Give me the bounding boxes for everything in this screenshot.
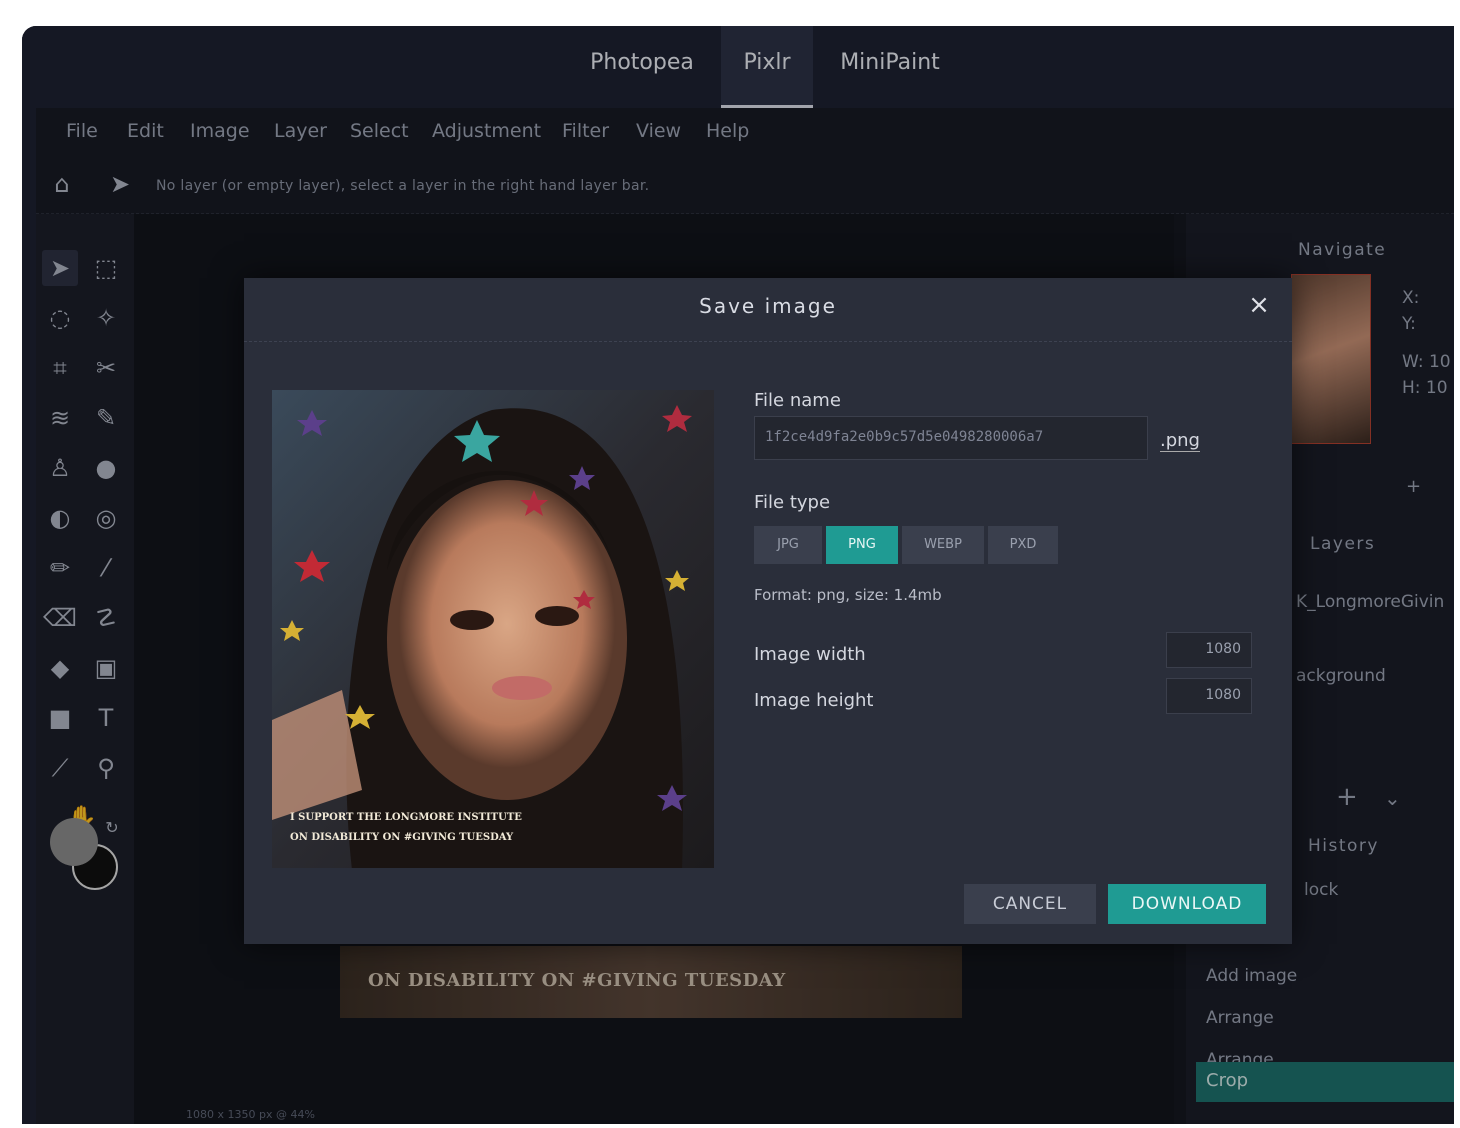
cancel-button[interactable]: CANCEL [964,884,1096,924]
file-type-png[interactable]: PNG [826,526,898,564]
save-image-dialog: Save image × I SUPPORT THE LONGMORE INST… [244,278,1292,944]
image-width-input[interactable]: 1080 [1166,632,1252,668]
format-info: Format: png, size: 1.4mb [754,586,942,604]
file-name-label: File name [754,390,841,411]
image-preview: I SUPPORT THE LONGMORE INSTITUTE ON DISA… [272,390,714,868]
preview-caption-line-1: I SUPPORT THE LONGMORE INSTITUTE [290,812,522,823]
file-type-webp[interactable]: WEBP [902,526,984,564]
preview-caption-line-2: ON DISABILITY ON #GIVING TUESDAY [290,832,514,843]
file-name-input[interactable]: 1f2ce4d9fa2e0b9c57d5e0498280006a7 [754,416,1148,460]
dialog-header: Save image × [244,278,1292,342]
close-icon[interactable]: × [1244,290,1274,320]
dialog-title: Save image [699,294,837,318]
file-extension: .png [1160,430,1200,452]
file-type-jpg[interactable]: JPG [754,526,822,564]
image-width-label: Image width [754,644,866,665]
download-button[interactable]: DOWNLOAD [1108,884,1266,924]
preview-photo [272,390,714,868]
image-height-input[interactable]: 1080 [1166,678,1252,714]
image-height-label: Image height [754,690,874,711]
file-type-label: File type [754,492,831,513]
file-type-pxd[interactable]: PXD [988,526,1058,564]
